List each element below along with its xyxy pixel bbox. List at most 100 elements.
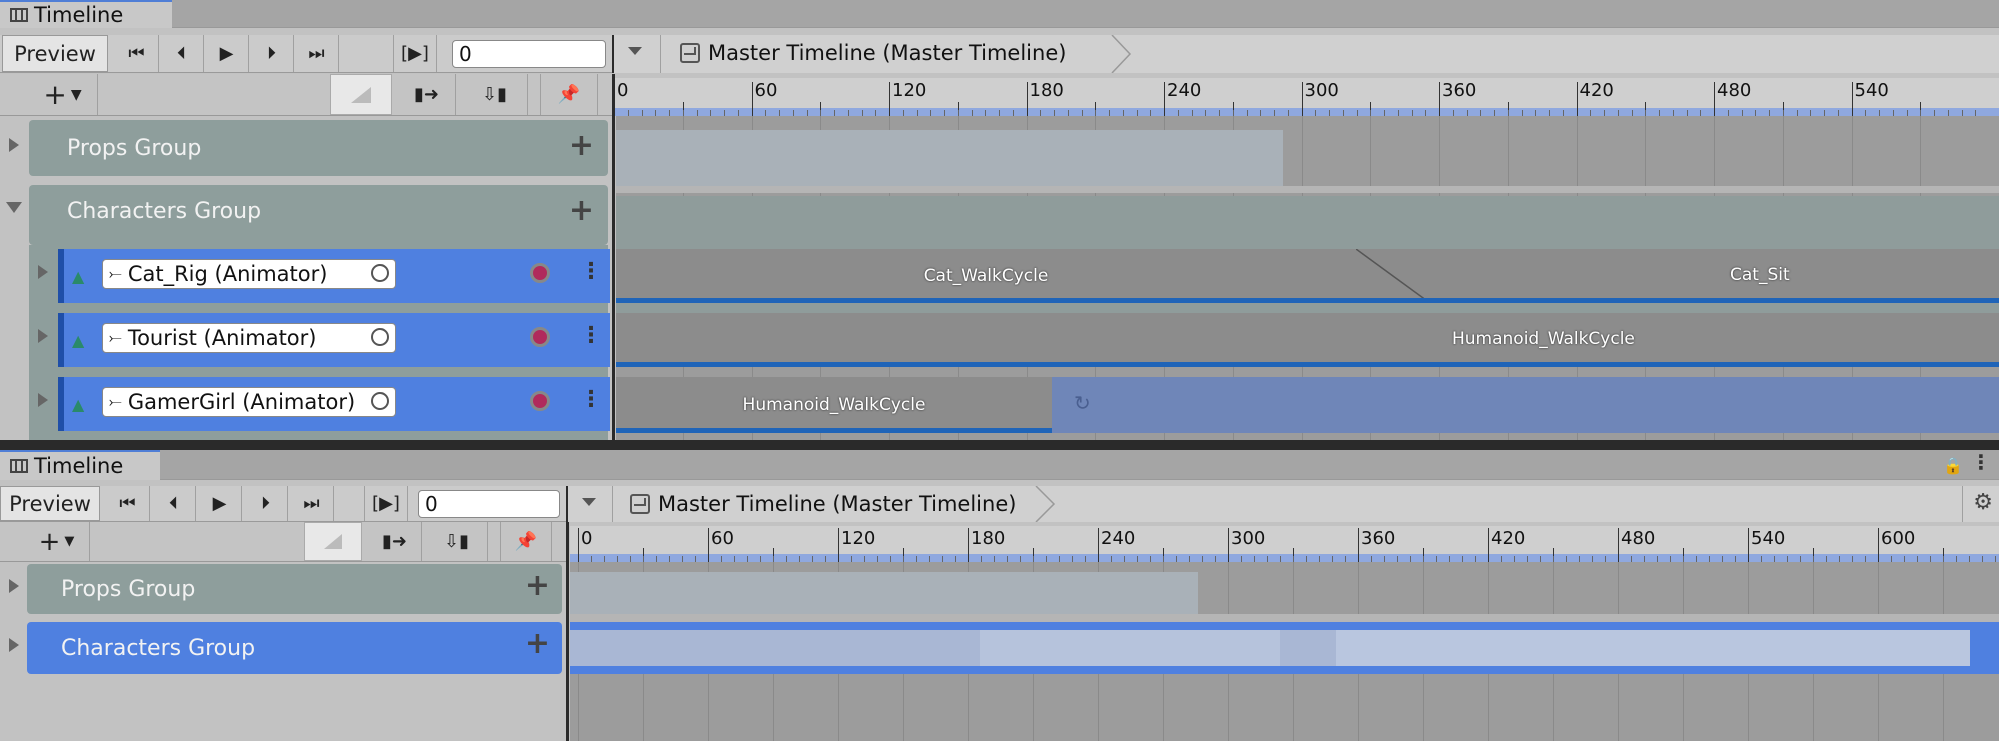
play-range-button[interactable]: [▶]	[393, 35, 437, 72]
ruler-major-tick	[1878, 528, 1879, 562]
expand-props-icon[interactable]	[9, 579, 19, 593]
clip-cat-sit[interactable]: Cat_Sit	[1430, 249, 1999, 303]
cube-icon	[630, 494, 650, 514]
goto-end-button[interactable]: ⏭	[290, 486, 334, 521]
record-button[interactable]	[530, 391, 550, 411]
ruler-label: 540	[1751, 528, 1786, 549]
object-picker-icon[interactable]	[371, 264, 389, 282]
track-gamergirl[interactable]: ▲ ⤚ GamerGirl (Animator) ⋮	[58, 377, 610, 431]
breadcrumb-master-timeline[interactable]: Master Timeline (Master Timeline)	[680, 41, 1066, 65]
pin-button[interactable]: 📌	[540, 74, 598, 115]
ruler-major-tick	[1714, 82, 1715, 116]
group-props[interactable]: Props Group +	[29, 120, 608, 176]
props-group-clip[interactable]	[570, 572, 1198, 614]
ripple-mode-button[interactable]: ▮➜	[398, 74, 456, 115]
group-separator	[570, 614, 1999, 622]
play-range-button[interactable]: [▶]	[364, 486, 408, 521]
window-menu-icon[interactable]: ⋮	[1971, 450, 1991, 474]
animator-field[interactable]: ⤚ Tourist (Animator)	[102, 323, 396, 353]
ripple-mode-button[interactable]: ▮➜	[368, 522, 422, 561]
timeline-toolbar: Preview ⏮ ⏴ ▶ ⏵ ⏭ [▶] 0	[0, 486, 566, 522]
track-tourist[interactable]: ▲ ⤚ Tourist (Animator) ⋮	[58, 313, 610, 367]
animation-track-icon: ▲	[72, 395, 85, 414]
add-track-button[interactable]: + ▼	[28, 74, 98, 115]
timeline-toolbar: Preview ⏮ ⏴ ▶ ⏵ ⏭ [▶] 0	[0, 35, 612, 73]
prev-frame-button[interactable]: ⏴	[160, 35, 204, 72]
expand-track-icon[interactable]	[38, 265, 48, 279]
add-icon[interactable]: +	[569, 193, 594, 228]
clip-tourist-walkcycle[interactable]: Humanoid_WalkCycle	[616, 313, 1999, 367]
preview-button[interactable]: Preview	[0, 486, 100, 521]
ruler-major-tick	[708, 528, 709, 562]
record-button[interactable]	[530, 327, 550, 347]
gamergirl-loop-region[interactable]: ↻	[1052, 377, 1999, 433]
add-icon[interactable]: +	[569, 128, 594, 163]
tab-bar: Timeline	[0, 0, 1999, 28]
expand-props-icon[interactable]	[9, 138, 19, 152]
props-group-clip[interactable]	[616, 130, 1283, 186]
track-cat-rig[interactable]: ▲ ⤚ Cat_Rig (Animator) ⋮	[58, 249, 610, 303]
animator-field[interactable]: ⤚ GamerGirl (Animator)	[102, 387, 396, 417]
clip-label: Cat_Sit	[1730, 265, 1790, 285]
object-picker-icon[interactable]	[371, 328, 389, 346]
clip-area[interactable]	[570, 562, 1999, 741]
group-separator	[616, 186, 1999, 193]
group-characters[interactable]: Characters Group +	[27, 622, 562, 674]
add-track-button[interactable]: + ▼	[24, 522, 90, 561]
header-divider[interactable]	[566, 522, 569, 741]
expand-track-icon[interactable]	[38, 329, 48, 343]
record-button[interactable]	[530, 263, 550, 283]
group-characters[interactable]: Characters Group +	[29, 185, 608, 245]
lock-icon[interactable]: 🔒	[1943, 456, 1963, 475]
frame-field[interactable]: 0	[452, 40, 606, 68]
dropdown-icon[interactable]	[582, 498, 596, 506]
edit-mode-button[interactable]	[304, 522, 362, 561]
preview-button[interactable]: Preview	[2, 35, 108, 72]
snap-button[interactable]: ⇩▮	[462, 74, 528, 115]
animator-label: Cat_Rig (Animator)	[127, 262, 328, 286]
group-props[interactable]: Props Group +	[27, 564, 562, 614]
play-button[interactable]: ▶	[198, 486, 242, 521]
cube-icon	[680, 43, 700, 63]
dropdown-icon[interactable]	[628, 47, 642, 55]
ruler-major-tick	[1026, 82, 1028, 116]
header-divider[interactable]	[612, 74, 615, 440]
time-ruler[interactable]: 0 60 120 180 240 300 360 420 480 540 600	[570, 526, 1999, 562]
clip-gamergirl-walkcycle[interactable]: Humanoid_WalkCycle	[616, 377, 1052, 433]
tab-timeline[interactable]: Timeline	[0, 0, 172, 28]
edit-mode-button[interactable]	[330, 74, 392, 115]
clip-cat-walkcycle[interactable]: Cat_WalkCycle	[616, 249, 1356, 303]
next-frame-button[interactable]: ⏵	[244, 486, 288, 521]
ruler-band	[614, 108, 1999, 116]
animation-track-icon: ▲	[72, 331, 85, 350]
goto-start-button[interactable]: ⏮	[115, 35, 159, 72]
more-menu-icon[interactable]: ⋮	[580, 387, 602, 412]
ruler-label: 420	[1579, 80, 1614, 101]
tab-timeline[interactable]: Timeline	[0, 450, 160, 480]
ruler-label: 60	[711, 528, 734, 549]
collapse-characters-icon[interactable]	[6, 202, 22, 213]
snap-button[interactable]: ⇩▮	[426, 522, 488, 561]
more-menu-icon[interactable]: ⋮	[580, 259, 602, 284]
time-ruler[interactable]: 0 60 120 180 240 300 360 420 480 540	[614, 78, 1999, 116]
add-icon[interactable]: +	[525, 568, 550, 603]
goto-end-button[interactable]: ⏭	[295, 35, 339, 72]
characters-group-clip[interactable]	[570, 622, 1999, 674]
clip-area[interactable]: Cat_WalkCycle Cat_Sit Humanoid_WalkCycle…	[616, 116, 1999, 440]
pin-button[interactable]: 📌	[500, 522, 552, 561]
add-icon[interactable]: +	[525, 626, 550, 661]
ruler-major-tick	[1576, 82, 1578, 116]
breadcrumb-master-timeline[interactable]: Master Timeline (Master Timeline)	[630, 492, 1016, 516]
frame-field[interactable]: 0	[418, 490, 560, 518]
next-frame-button[interactable]: ⏵	[250, 35, 294, 72]
goto-start-button[interactable]: ⏮	[106, 486, 150, 521]
settings-gear-icon[interactable]: ⚙	[1973, 490, 1993, 515]
expand-track-icon[interactable]	[38, 393, 48, 407]
animator-field[interactable]: ⤚ Cat_Rig (Animator)	[102, 259, 396, 289]
animator-icon: ⤚	[109, 328, 122, 347]
expand-characters-icon[interactable]	[9, 638, 19, 652]
play-button[interactable]: ▶	[205, 35, 249, 72]
more-menu-icon[interactable]: ⋮	[580, 323, 602, 348]
object-picker-icon[interactable]	[371, 392, 389, 410]
prev-frame-button[interactable]: ⏴	[152, 486, 196, 521]
